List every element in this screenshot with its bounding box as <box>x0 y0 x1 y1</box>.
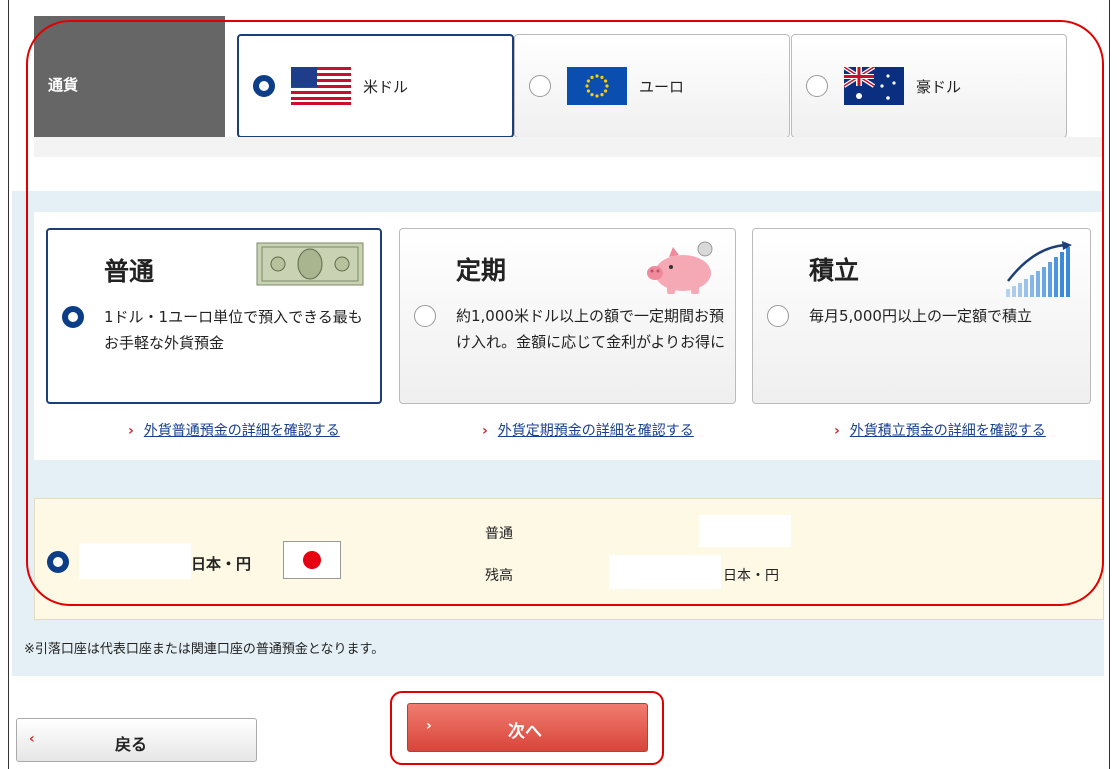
product-desc-time: 約1,000米ドル以上の額で一定期間お預け入れ。金額に応じて金利がよりお得に <box>456 307 726 351</box>
withdrawal-note: ※引落口座は代表口座または関連口座の普通預金となります。 <box>24 642 385 657</box>
currency-label-aud: 豪ドル <box>916 77 962 96</box>
product-desc-ordinary: 1ドル・1ユーロ単位で預入できる最もお手軽な外貨預金 <box>104 308 363 352</box>
product-card-ordinary[interactable]: 普通 1ドル・1ユーロ単位で預入できる最もお手軽な外貨預金 <box>46 228 382 404</box>
eu-flag-icon <box>567 67 627 105</box>
growth-bars-icon <box>1006 241 1072 297</box>
product-title-time: 定期 <box>456 256 507 285</box>
piggy-bank-icon <box>647 241 713 294</box>
currency-options: 米ドル ユーロ 豪ドル <box>225 16 1074 138</box>
deposit-type-panel: 普通 1ドル・1ユーロ単位で預入できる最もお手軽な外貨預金 定期 約1,000米… <box>34 212 1104 460</box>
currency-option-aud[interactable]: 豪ドル <box>791 34 1067 138</box>
balance-unit: 日本・円 <box>723 568 779 584</box>
radio-account[interactable] <box>47 551 69 573</box>
product-desc-installment: 毎月5,000円以上の一定額で積立 <box>809 307 1032 325</box>
currency-option-eur[interactable]: ユーロ <box>514 34 790 138</box>
currency-label-eur: ユーロ <box>639 77 685 96</box>
radio-aud[interactable] <box>806 75 828 97</box>
back-button[interactable]: ‹ 戻る <box>16 718 257 762</box>
back-button-label: 戻る <box>115 735 148 754</box>
account-type-label: 普通 <box>485 526 513 542</box>
account-number-mask <box>699 515 791 547</box>
radio-ordinary[interactable] <box>62 306 84 328</box>
radio-time[interactable] <box>414 305 436 327</box>
link-ordinary-text: 外貨普通預金の詳細を確認する <box>143 423 340 439</box>
link-ordinary-details[interactable]: › 外貨普通預金の詳細を確認する <box>128 420 340 440</box>
chevron-right-icon: › <box>482 423 488 439</box>
right-frame-line <box>1109 0 1110 769</box>
product-title-ordinary: 普通 <box>104 257 155 286</box>
currency-bottom-band <box>34 137 1104 157</box>
au-flag-icon <box>844 67 904 105</box>
currency-label: 通貨 <box>34 16 225 137</box>
chevron-right-icon: › <box>128 423 134 439</box>
chevron-right-icon: › <box>426 718 432 734</box>
next-button[interactable]: › 次へ <box>407 703 648 752</box>
currency-option-usd[interactable]: 米ドル <box>237 34 514 138</box>
product-card-installment[interactable]: 積立 毎月5,000円以上の一定額で積立 <box>752 228 1091 404</box>
link-time-text: 外貨定期預金の詳細を確認する <box>497 423 694 439</box>
account-name-mask <box>79 543 191 579</box>
link-time-details[interactable]: › 外貨定期預金の詳細を確認する <box>482 420 694 440</box>
link-installment-details[interactable]: › 外貨積立預金の詳細を確認する <box>834 420 1046 440</box>
product-card-time[interactable]: 定期 約1,000米ドル以上の額で一定期間お預け入れ。金額に応じて金利がよりお得… <box>399 228 736 404</box>
left-frame-line <box>8 0 9 769</box>
us-flag-icon <box>291 67 351 105</box>
jp-flag-icon <box>283 541 341 579</box>
withdrawal-account-row[interactable]: 日本・円 普通 残高 日本・円 <box>34 498 1104 620</box>
balance-label: 残高 <box>485 568 513 584</box>
chevron-right-icon: › <box>834 423 840 439</box>
next-button-label: 次へ <box>508 722 542 742</box>
radio-usd[interactable] <box>253 75 275 97</box>
radio-installment[interactable] <box>767 305 789 327</box>
currency-label-usd: 米ドル <box>363 77 409 96</box>
product-title-installment: 積立 <box>809 256 860 285</box>
balance-value-mask <box>609 555 721 589</box>
radio-eur[interactable] <box>529 75 551 97</box>
account-currency-label: 日本・円 <box>191 555 252 573</box>
link-installment-text: 外貨積立預金の詳細を確認する <box>849 423 1046 439</box>
chevron-left-icon: ‹ <box>29 731 35 747</box>
dollar-bill-icon <box>256 242 364 286</box>
